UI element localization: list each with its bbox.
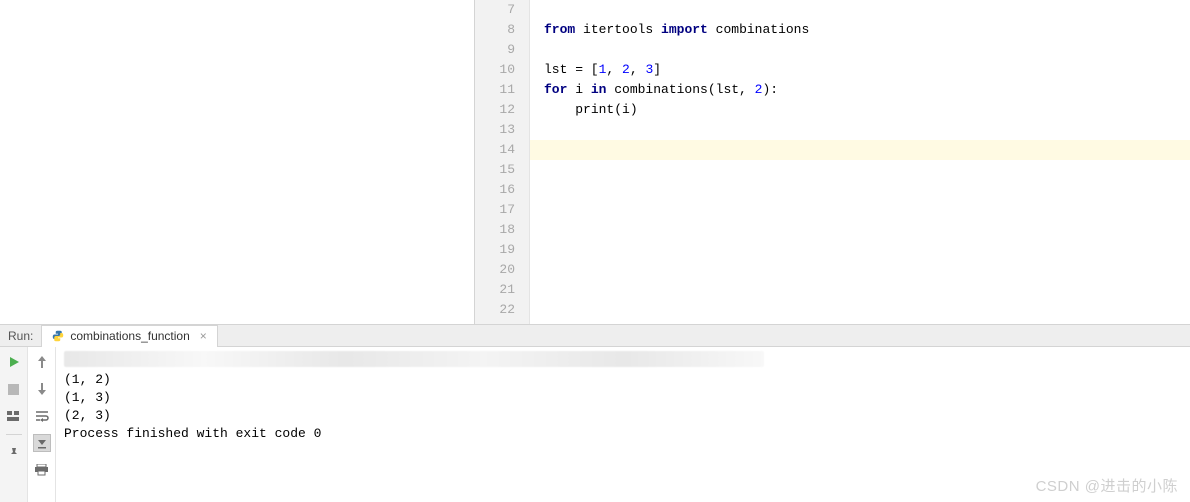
line-number: 20	[475, 260, 515, 280]
run-tab[interactable]: combinations_function ×	[41, 325, 217, 347]
line-number: 10	[475, 60, 515, 80]
code-line	[530, 300, 1190, 320]
scroll-to-end-button[interactable]	[33, 434, 51, 452]
down-button[interactable]	[33, 380, 51, 398]
line-number: 15	[475, 160, 515, 180]
line-number: 18	[475, 220, 515, 240]
code-line	[530, 40, 1190, 60]
up-button[interactable]	[33, 353, 51, 371]
code-line: print(i)	[530, 100, 1190, 120]
print-button[interactable]	[33, 461, 51, 479]
line-number: 21	[475, 280, 515, 300]
console-output[interactable]: (1, 2) (1, 3) (2, 3) Process finished wi…	[56, 347, 1190, 502]
run-header: Run: combinations_function ×	[0, 325, 1190, 347]
code-line	[530, 160, 1190, 180]
line-number: 16	[475, 180, 515, 200]
separator	[6, 434, 22, 435]
stop-button[interactable]	[5, 380, 23, 398]
run-body: (1, 2) (1, 3) (2, 3) Process finished wi…	[0, 347, 1190, 502]
run-tab-title: combinations_function	[70, 329, 189, 343]
run-button[interactable]	[5, 353, 23, 371]
code-line	[530, 280, 1190, 300]
python-icon	[52, 330, 64, 342]
line-number-gutter: 7 8 9 10 11 12 13 14 15 16 17 18 19 20 2…	[475, 0, 530, 324]
blurred-command-line	[64, 351, 764, 367]
softwrap-button[interactable]	[33, 407, 51, 425]
output-line: (2, 3)	[64, 407, 1182, 425]
code-line	[530, 260, 1190, 280]
line-number: 12	[475, 100, 515, 120]
code-line	[530, 240, 1190, 260]
line-number: 9	[475, 40, 515, 60]
code-line: from itertools import combinations	[530, 20, 1190, 40]
layout-button[interactable]	[5, 407, 23, 425]
editor-area: 7 8 9 10 11 12 13 14 15 16 17 18 19 20 2…	[0, 0, 1190, 325]
code-line	[530, 180, 1190, 200]
line-number: 13	[475, 120, 515, 140]
exit-message: Process finished with exit code 0	[64, 425, 1182, 443]
code-line	[530, 0, 1190, 20]
line-number: 14	[475, 140, 515, 160]
line-number: 22	[475, 300, 515, 320]
code-editor[interactable]: 7 8 9 10 11 12 13 14 15 16 17 18 19 20 2…	[475, 0, 1190, 324]
code-line	[530, 120, 1190, 140]
code-line	[530, 200, 1190, 220]
line-number: 19	[475, 240, 515, 260]
run-toolbar-secondary	[28, 347, 56, 502]
project-panel	[0, 0, 475, 324]
code-line-current	[530, 140, 1190, 160]
line-number: 7	[475, 0, 515, 20]
code-line	[530, 220, 1190, 240]
line-number: 17	[475, 200, 515, 220]
run-panel: Run: combinations_function ×	[0, 325, 1190, 502]
close-icon[interactable]: ×	[200, 329, 207, 343]
code-text-area[interactable]: from itertools import combinations lst =…	[530, 0, 1190, 324]
output-line: (1, 3)	[64, 389, 1182, 407]
run-label: Run:	[8, 329, 33, 343]
output-line: (1, 2)	[64, 371, 1182, 389]
pin-button[interactable]	[5, 444, 23, 462]
line-number: 8	[475, 20, 515, 40]
run-toolbar-primary	[0, 347, 28, 502]
code-line: for i in combinations(lst, 2):	[530, 80, 1190, 100]
code-line: lst = [1, 2, 3]	[530, 60, 1190, 80]
line-number: 11	[475, 80, 515, 100]
